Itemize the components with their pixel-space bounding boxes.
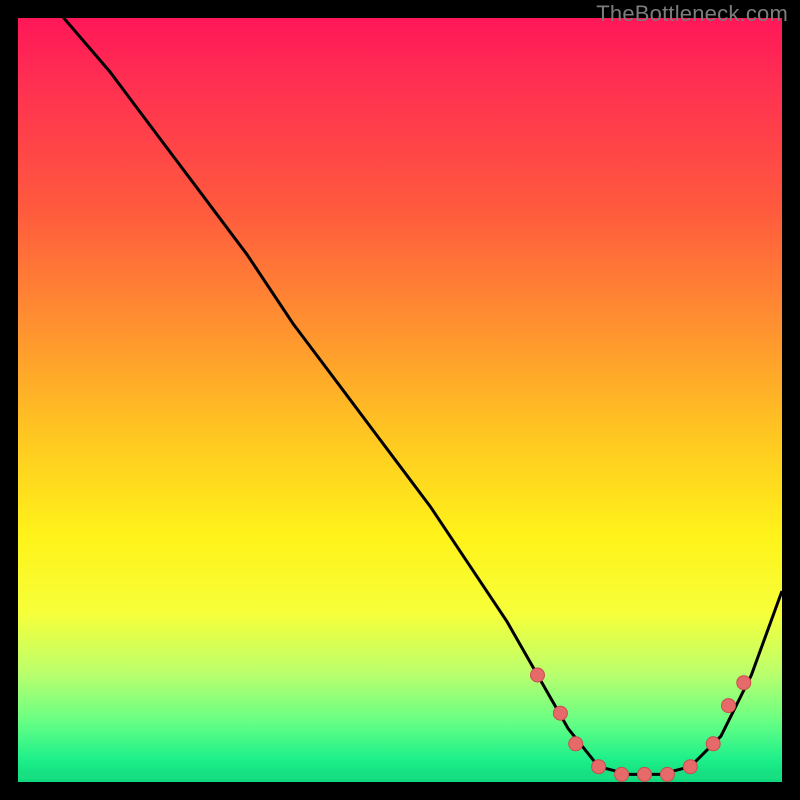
data-marker <box>531 668 545 682</box>
data-marker <box>638 767 652 781</box>
data-marker <box>683 760 697 774</box>
chart-container: TheBottleneck.com <box>0 0 800 800</box>
bottleneck-curve <box>18 18 782 774</box>
data-marker <box>569 737 583 751</box>
data-marker <box>737 676 751 690</box>
data-marker <box>722 699 736 713</box>
data-marker <box>553 706 567 720</box>
data-marker <box>615 767 629 781</box>
marker-group <box>531 668 751 781</box>
data-marker <box>706 737 720 751</box>
data-marker <box>660 767 674 781</box>
data-marker <box>592 760 606 774</box>
curve-group <box>18 18 782 774</box>
plot-area <box>18 18 782 782</box>
curve-layer <box>18 18 782 782</box>
attribution-text: TheBottleneck.com <box>596 1 788 27</box>
